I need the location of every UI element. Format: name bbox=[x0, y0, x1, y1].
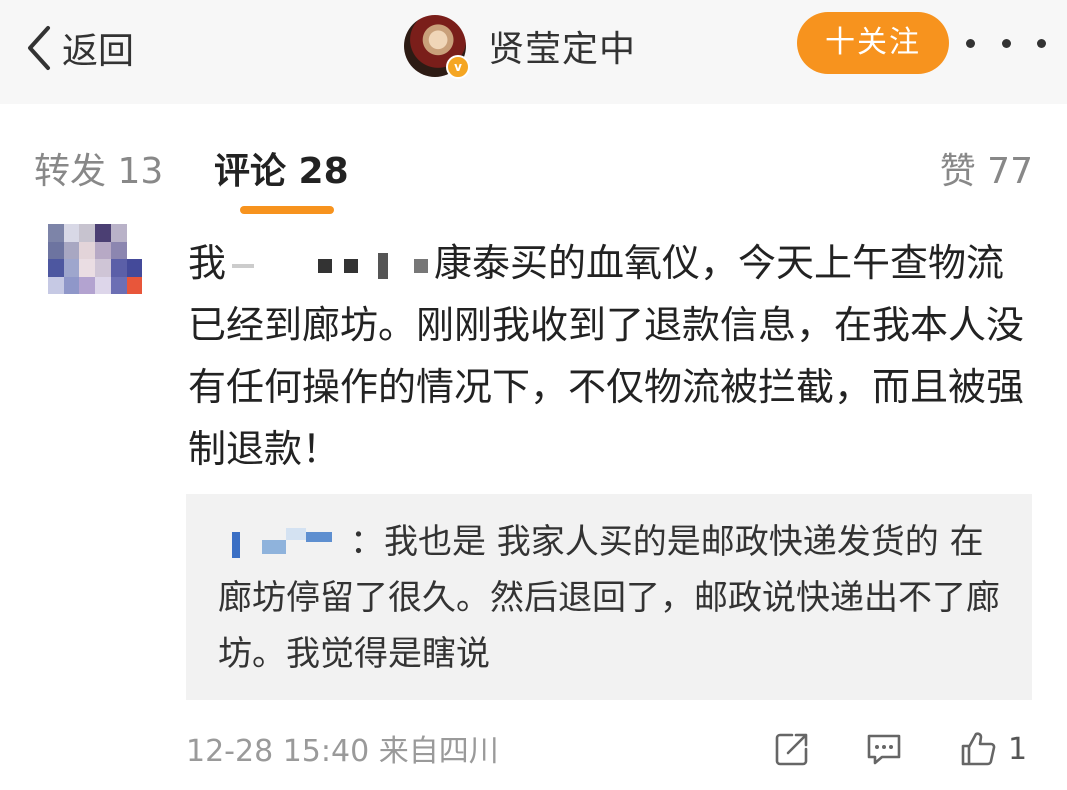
verified-icon: v bbox=[446, 55, 470, 79]
comment-text-rest: 康泰买的血氧仪，今天上午查物流已经到廊坊。刚刚我收到了退款信息，在我本人没有任何… bbox=[188, 241, 1025, 471]
redacted-text bbox=[318, 258, 333, 273]
comment-button[interactable] bbox=[864, 722, 904, 776]
comment-text: 我康泰买的血氧仪，今天上午查物流已经到廊坊。刚刚我收到了退款信息，在我本人没有任… bbox=[188, 232, 1038, 480]
tab-likes[interactable]: 赞 77 bbox=[940, 142, 1033, 194]
username[interactable]: 贤莹定中 bbox=[488, 20, 636, 72]
tab-comments[interactable]: 评论 28 bbox=[214, 142, 349, 194]
tab-repost[interactable]: 转发 13 bbox=[34, 142, 163, 194]
reply-text: ：我也是 我家人买的是邮政快递发货的 在廊坊停留了很久。然后退回了，邮政说快递出… bbox=[218, 514, 1008, 682]
reply-body: 我也是 我家人买的是邮政快递发货的 在廊坊停留了很久。然后退回了，邮政说快递出不… bbox=[218, 522, 1000, 674]
source: 来自四川 bbox=[378, 734, 499, 769]
tab-bar: 转发 13 评论 28 赞 77 bbox=[0, 104, 1067, 222]
comment-text-start: 我 bbox=[188, 241, 227, 285]
back-button[interactable]: 返回 bbox=[22, 18, 134, 78]
share-icon bbox=[775, 733, 808, 766]
reply-box[interactable]: ：我也是 我家人买的是邮政快递发货的 在廊坊停留了很久。然后退回了，邮政说快递出… bbox=[186, 494, 1032, 700]
back-label: 返回 bbox=[62, 31, 135, 72]
like-count: 1 bbox=[1008, 731, 1028, 767]
share-button[interactable] bbox=[772, 722, 812, 776]
redacted-text bbox=[344, 258, 359, 273]
more-icon[interactable] bbox=[966, 20, 1046, 66]
follow-button[interactable]: 十关注 bbox=[797, 12, 949, 74]
top-nav-bar: 返回 v 贤莹定中 十关注 bbox=[0, 0, 1067, 105]
user-header[interactable]: v 贤莹定中 bbox=[404, 10, 636, 82]
active-tab-indicator bbox=[240, 206, 334, 214]
comment-meta: 12-28 15:40 来自四川 bbox=[186, 726, 499, 770]
redacted-text bbox=[232, 263, 255, 268]
chevron-left-icon bbox=[28, 26, 50, 70]
redacted-text bbox=[414, 258, 429, 273]
like-button[interactable]: 1 bbox=[958, 722, 1027, 776]
like-icon bbox=[961, 732, 996, 766]
comment-icon bbox=[867, 734, 901, 765]
redacted-text bbox=[378, 252, 389, 279]
reply-name-suffix: ： bbox=[350, 522, 384, 562]
timestamp: 12-28 15:40 bbox=[186, 734, 370, 769]
commenter-avatar[interactable] bbox=[48, 224, 158, 294]
avatar[interactable]: v bbox=[404, 15, 470, 79]
